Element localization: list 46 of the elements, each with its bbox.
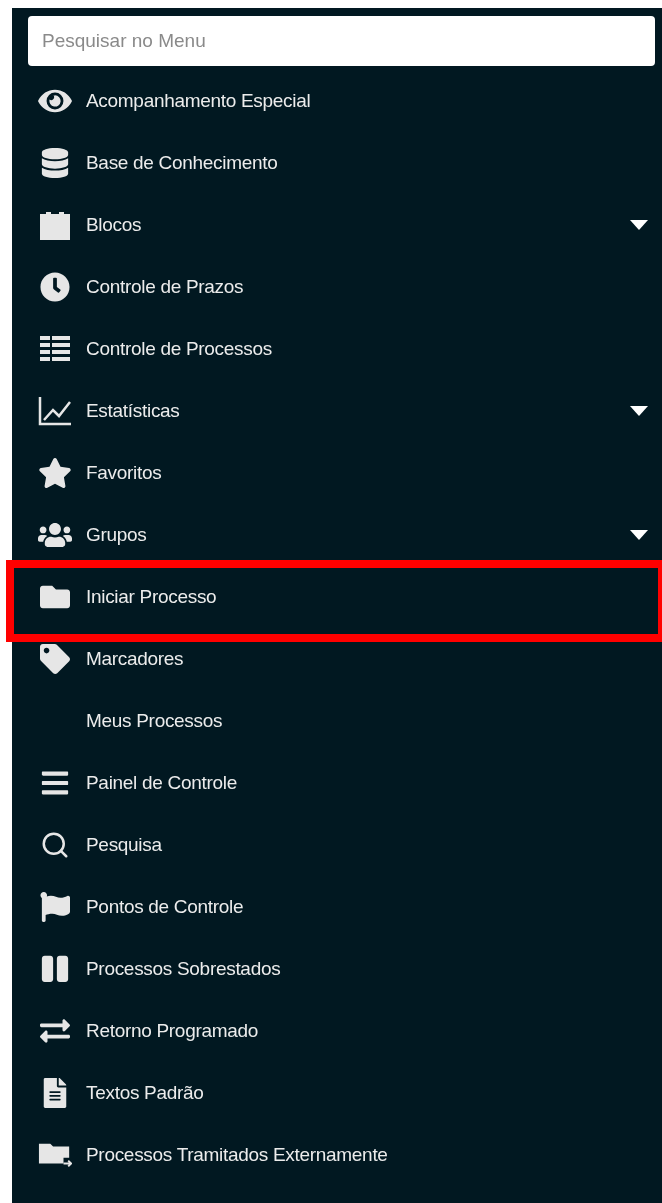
menu-item-label: Painel de Controle bbox=[86, 770, 238, 795]
menu-item-label: Processos Tramitados Externamente bbox=[86, 1142, 389, 1167]
search-field[interactable]: Pesquisar no Menu bbox=[28, 16, 655, 66]
star-icon bbox=[38, 458, 72, 488]
menu-item-label: Pesquisa bbox=[86, 832, 163, 857]
line-chart-icon bbox=[38, 396, 72, 426]
menu-item-label: Estatísticas bbox=[86, 398, 181, 423]
users-icon bbox=[38, 520, 72, 550]
menu-item-label: Acompanhamento Especial bbox=[86, 88, 312, 113]
menu-item-label: Iniciar Processo bbox=[86, 584, 218, 609]
menu-item[interactable]: Iniciar Processo bbox=[12, 566, 662, 628]
menu-item-label: Controle de Prazos bbox=[86, 274, 245, 299]
menu-item[interactable]: Processos Tramitados Externamente bbox=[12, 1124, 662, 1186]
tag-icon bbox=[38, 644, 72, 674]
menu-item[interactable]: Grupos bbox=[12, 504, 662, 566]
menu-item-label: Grupos bbox=[86, 522, 148, 547]
menu-item[interactable]: Pesquisa bbox=[12, 814, 662, 876]
menu-item[interactable]: Processos Sobrestados bbox=[12, 938, 662, 1000]
arrows-icon bbox=[38, 1016, 72, 1046]
menu-item[interactable]: Marcadores bbox=[12, 628, 662, 690]
menu-item-label: Textos Padrão bbox=[86, 1080, 205, 1105]
menu-item[interactable]: Acompanhamento Especial bbox=[12, 70, 662, 132]
menu-item-label: Processos Sobrestados bbox=[86, 956, 282, 981]
clock-icon bbox=[38, 272, 72, 302]
menu-item-label: Meus Processos bbox=[86, 708, 224, 733]
menu-item[interactable]: Retorno Programado bbox=[12, 1000, 662, 1062]
menu-item[interactable]: Pontos de Controle bbox=[12, 876, 662, 938]
menu-item[interactable]: Controle de Processos bbox=[12, 318, 662, 380]
menu-item[interactable]: Base de Conhecimento bbox=[12, 132, 662, 194]
flag-icon bbox=[38, 892, 72, 922]
menu-item[interactable]: Favoritos bbox=[12, 442, 662, 504]
menu-item[interactable]: Textos Padrão bbox=[12, 1062, 662, 1124]
list-icon bbox=[38, 334, 72, 364]
menu-item[interactable]: Estatísticas bbox=[12, 380, 662, 442]
menu-item-label: Blocos bbox=[86, 212, 143, 237]
menu-item[interactable]: Meus Processos bbox=[12, 690, 662, 752]
menu-item[interactable]: Controle de Prazos bbox=[12, 256, 662, 318]
menu-item-label: Marcadores bbox=[86, 646, 185, 671]
menu-item-label: Base de Conhecimento bbox=[86, 150, 279, 175]
menu-item-label: Retorno Programado bbox=[86, 1018, 260, 1043]
menu-item-label: Favoritos bbox=[86, 460, 163, 485]
menu-item[interactable]: Painel de Controle bbox=[12, 752, 662, 814]
menu-item[interactable]: Blocos bbox=[12, 194, 662, 256]
menu-item-label: Pontos de Controle bbox=[86, 894, 245, 919]
block-icon bbox=[38, 210, 72, 240]
menu-item-label: Controle de Processos bbox=[86, 336, 273, 361]
